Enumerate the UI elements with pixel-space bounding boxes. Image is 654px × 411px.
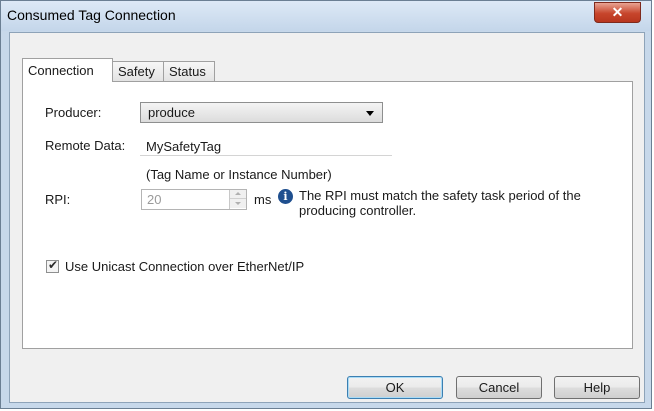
producer-label: Producer: [45, 105, 102, 120]
connection-panel: Producer: produce Remote Data: MySafetyT… [22, 81, 633, 349]
title-bar[interactable]: Consumed Tag Connection ✕ [1, 1, 651, 31]
tab-connection[interactable]: Connection [22, 58, 113, 82]
producer-value: produce [148, 105, 195, 120]
producer-dropdown[interactable]: produce [140, 102, 383, 123]
rpi-spin-buttons [229, 190, 246, 209]
rpi-unit: ms [254, 192, 272, 207]
chevron-down-icon [366, 111, 374, 116]
cancel-button[interactable]: Cancel [456, 376, 542, 399]
dialog-client-area: Connection Safety Status Producer: produ… [9, 32, 645, 403]
unicast-label: Use Unicast Connection over EtherNet/IP [65, 259, 305, 274]
remote-data-input[interactable]: MySafetyTag [140, 137, 392, 156]
remote-data-hint: (Tag Name or Instance Number) [146, 167, 332, 182]
spin-down-button[interactable] [230, 199, 246, 208]
tab-status[interactable]: Status [163, 61, 215, 81]
dialog-window: Consumed Tag Connection ✕ Connection Saf… [0, 0, 652, 409]
window-title: Consumed Tag Connection [7, 7, 176, 23]
unicast-checkbox[interactable]: ✔ [46, 258, 59, 273]
help-button[interactable]: Help [554, 376, 640, 399]
ok-button[interactable]: OK [347, 376, 443, 399]
rpi-label: RPI: [45, 192, 71, 207]
remote-data-label: Remote Data: [45, 138, 126, 153]
info-icon: i [278, 189, 293, 204]
rpi-info-text: The RPI must match the safety task perio… [299, 188, 581, 218]
remote-data-value: MySafetyTag [146, 139, 222, 154]
spin-up-button[interactable] [230, 190, 246, 199]
rpi-value: 20 [147, 192, 162, 207]
tab-safety[interactable]: Safety [112, 61, 164, 81]
checkmark-icon: ✔ [48, 258, 59, 272]
close-button[interactable]: ✕ [594, 2, 641, 23]
close-icon: ✕ [611, 4, 624, 20]
rpi-stepper[interactable]: 20 [141, 189, 247, 210]
